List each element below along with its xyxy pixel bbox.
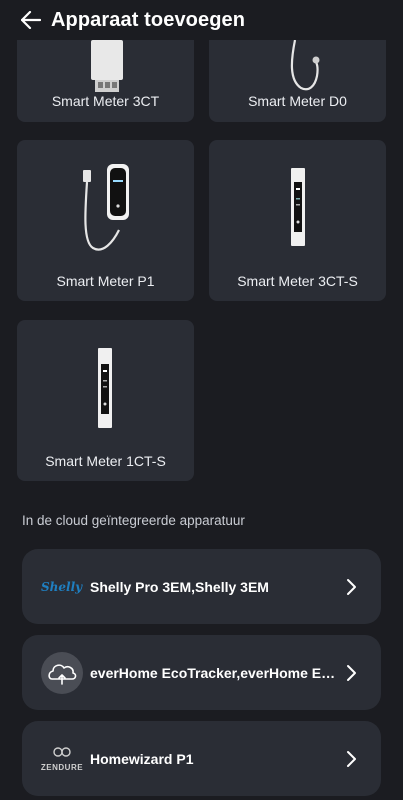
zendure-logo: ZENDURE — [38, 735, 86, 783]
device-card-smart-meter-p1[interactable]: Smart Meter P1 — [17, 140, 194, 301]
device-label: Smart Meter 1CT-S — [45, 453, 166, 469]
device-card-smart-meter-1ct-s[interactable]: Smart Meter 1CT-S — [17, 320, 194, 481]
app-header: Apparaat toevoegen — [0, 0, 403, 40]
chevron-right-icon — [347, 750, 356, 767]
device-label: Smart Meter D0 — [248, 93, 347, 109]
page-title: Apparaat toevoegen — [51, 8, 246, 31]
svg-text:ZENDURE: ZENDURE — [41, 763, 83, 772]
arrow-left-icon — [21, 11, 41, 29]
cloud-section-heading: In de cloud geïntegreerde apparatuur — [22, 513, 245, 528]
cloud-item-label: Homewizard P1 — [90, 750, 194, 767]
device-label: Smart Meter P1 — [56, 273, 155, 289]
device-label: Smart Meter 3CT — [51, 93, 160, 109]
smart-meter-d0-image — [290, 40, 320, 91]
chevron-right-icon — [347, 664, 356, 681]
everhome-cloud-icon — [38, 649, 86, 697]
smart-meter-p1-image — [83, 164, 129, 251]
device-label: Smart Meter 3CT-S — [237, 273, 358, 289]
svg-text:Shelly: Shelly — [41, 580, 83, 594]
chevron-right-icon — [347, 578, 356, 595]
cloud-item-everhome[interactable]: everHome EcoTracker,everHome EcoTracker — [22, 635, 381, 710]
smart-meter-1ct-s-image — [98, 348, 112, 428]
cloud-item-label: Shelly Pro 3EM,Shelly 3EM — [90, 578, 269, 595]
back-button[interactable] — [20, 9, 42, 31]
shelly-logo: Shelly — [38, 563, 86, 611]
cloud-item-label: everHome EcoTracker,everHome EcoTracker — [90, 664, 338, 681]
smart-meter-3ct-image — [91, 40, 123, 92]
cloud-item-shelly[interactable]: Shelly Shelly Pro 3EM,Shelly 3EM — [22, 549, 381, 624]
device-card-smart-meter-3ct-s[interactable]: Smart Meter 3CT-S — [209, 140, 386, 301]
smart-meter-3ct-s-image — [291, 168, 305, 246]
cloud-item-homewizard[interactable]: ZENDURE Homewizard P1 — [22, 721, 381, 796]
